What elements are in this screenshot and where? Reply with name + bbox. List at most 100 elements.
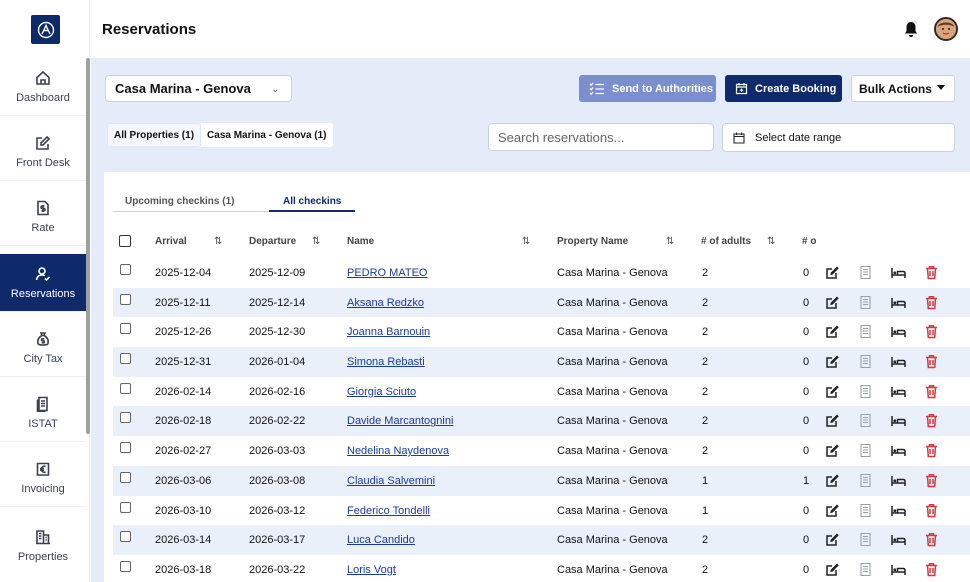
column-header-arrival[interactable]: Arrival (155, 236, 187, 247)
document-icon[interactable] (858, 354, 873, 369)
edit-icon[interactable] (825, 354, 840, 369)
trash-icon[interactable] (924, 295, 939, 310)
document-icon[interactable] (858, 443, 873, 458)
trash-icon[interactable] (924, 443, 939, 458)
document-icon[interactable] (858, 384, 873, 399)
sidebar-item-invoicing[interactable]: Invoicing (0, 449, 86, 507)
notification-bell-icon[interactable] (903, 21, 919, 38)
bed-icon[interactable] (891, 443, 906, 458)
edit-icon[interactable] (825, 443, 840, 458)
guest-name-link[interactable]: Claudia Salvemini (347, 475, 435, 487)
document-icon[interactable] (858, 324, 873, 339)
bed-icon[interactable] (891, 473, 906, 488)
sort-icon[interactable]: ⇅ (666, 236, 674, 247)
sidebar-scrollbar[interactable] (86, 58, 90, 434)
row-checkbox[interactable] (120, 560, 131, 572)
user-avatar[interactable] (934, 17, 958, 41)
send-to-authorities-button[interactable]: Send to Authorities (579, 75, 716, 102)
date-range-picker[interactable]: Select date range (722, 123, 955, 152)
sort-icon[interactable]: ⇅ (522, 236, 530, 247)
trash-icon[interactable] (924, 413, 939, 428)
sort-icon[interactable]: ⇅ (312, 236, 320, 247)
sort-icon[interactable]: ⇅ (767, 236, 775, 247)
sort-icon[interactable]: ⇅ (214, 236, 222, 247)
edit-icon[interactable] (825, 503, 840, 518)
table-row[interactable]: 2026-03-10 2026-03-12 Federico Tondelli Cas… (113, 496, 970, 526)
column-header-adults[interactable]: # of adults (701, 236, 751, 247)
table-row[interactable]: 2026-03-18 2026-03-22 Loris Vogt Casa Marin… (113, 555, 970, 582)
edit-icon[interactable] (825, 324, 840, 339)
create-booking-button[interactable]: Create Booking (725, 75, 842, 102)
row-checkbox[interactable] (120, 323, 131, 335)
document-icon[interactable] (858, 413, 873, 428)
trash-icon[interactable] (924, 265, 939, 280)
guest-name-link[interactable]: Davide Marcantognini (347, 415, 453, 427)
bulk-actions-dropdown[interactable]: Bulk Actions (851, 75, 955, 102)
document-icon[interactable] (858, 295, 873, 310)
bed-icon[interactable] (891, 295, 906, 310)
table-row[interactable]: 2026-03-14 2026-03-17 Luca Candido Casa Mar… (113, 525, 970, 555)
edit-icon[interactable] (825, 413, 840, 428)
trash-icon[interactable] (924, 503, 939, 518)
trash-icon[interactable] (924, 562, 939, 577)
table-row[interactable]: 2025-12-11 2025-12-14 Aksana Redzko Casa Ma… (113, 287, 970, 318)
sidebar-item-rate[interactable]: Rate (0, 188, 86, 246)
property-select[interactable]: Casa Marina - Genova ⌄ (105, 75, 292, 102)
select-all-checkbox[interactable] (119, 235, 131, 247)
document-icon[interactable] (858, 503, 873, 518)
row-checkbox[interactable] (120, 264, 131, 275)
trash-icon[interactable] (924, 384, 939, 399)
table-row[interactable]: 2026-02-18 2026-02-22 Davide Marcantognini… (113, 406, 970, 437)
bed-icon[interactable] (891, 532, 906, 547)
document-icon[interactable] (858, 473, 873, 488)
table-row[interactable]: 2025-12-31 2026-01-04 Simona Rebasti Casa M… (113, 347, 970, 377)
column-header-name[interactable]: Name (347, 236, 374, 247)
chip-property[interactable]: Casa Marina - Genova (1) (201, 123, 332, 147)
edit-icon[interactable] (825, 562, 840, 577)
row-checkbox[interactable] (120, 353, 131, 365)
bed-icon[interactable] (891, 503, 906, 518)
guest-name-link[interactable]: PEDRO MATEO (347, 267, 427, 279)
bed-icon[interactable] (891, 562, 906, 577)
tab-upcoming-checkins[interactable]: Upcoming checkins (1) (113, 196, 269, 212)
edit-icon[interactable] (825, 532, 840, 547)
row-checkbox[interactable] (120, 531, 131, 543)
row-checkbox[interactable] (120, 412, 131, 424)
sidebar-item-reservations[interactable]: Reservations (0, 254, 86, 312)
search-input[interactable] (488, 123, 714, 151)
column-header-departure[interactable]: Departure (249, 236, 296, 247)
row-checkbox[interactable] (120, 442, 131, 454)
bed-icon[interactable] (891, 324, 906, 339)
table-row[interactable]: 2026-02-14 2026-02-16 Giorgia Sciuto Casa M… (113, 377, 970, 407)
table-row[interactable]: 2026-02-27 2026-03-03 Nedelina Naydenova Ca… (113, 436, 970, 466)
tab-all-checkins[interactable]: All checkins (269, 196, 356, 212)
sidebar-item-properties[interactable]: Properties (0, 516, 86, 574)
guest-name-link[interactable]: Giorgia Sciuto (347, 386, 416, 398)
edit-icon[interactable] (825, 473, 840, 488)
row-checkbox[interactable] (120, 293, 131, 305)
sidebar-item-front-desk[interactable]: Front Desk (0, 123, 86, 181)
guest-name-link[interactable]: Federico Tondelli (347, 505, 430, 517)
bed-icon[interactable] (891, 265, 906, 280)
row-checkbox[interactable] (120, 471, 131, 483)
edit-icon[interactable] (825, 265, 840, 280)
guest-name-link[interactable]: Loris Vogt (347, 564, 396, 576)
bed-icon[interactable] (891, 384, 906, 399)
row-checkbox[interactable] (120, 501, 131, 513)
sidebar-item-city-tax[interactable]: City Tax (0, 319, 86, 377)
table-row[interactable]: 2025-12-26 2025-12-30 Joanna Barnouin Casa … (113, 317, 970, 347)
trash-icon[interactable] (924, 324, 939, 339)
trash-icon[interactable] (924, 354, 939, 369)
guest-name-link[interactable]: Luca Candido (347, 534, 415, 546)
document-icon[interactable] (858, 532, 873, 547)
document-icon[interactable] (858, 265, 873, 280)
sidebar-item-dashboard[interactable]: Dashboard (0, 58, 86, 116)
guest-name-link[interactable]: Nedelina Naydenova (347, 445, 449, 457)
trash-icon[interactable] (924, 532, 939, 547)
document-icon[interactable] (858, 562, 873, 577)
edit-icon[interactable] (825, 295, 840, 310)
edit-icon[interactable] (825, 384, 840, 399)
table-row[interactable]: 2026-03-06 2026-03-08 Claudia Salvemini Cas… (113, 465, 970, 496)
guest-name-link[interactable]: Joanna Barnouin (347, 326, 430, 338)
row-checkbox[interactable] (120, 382, 131, 394)
